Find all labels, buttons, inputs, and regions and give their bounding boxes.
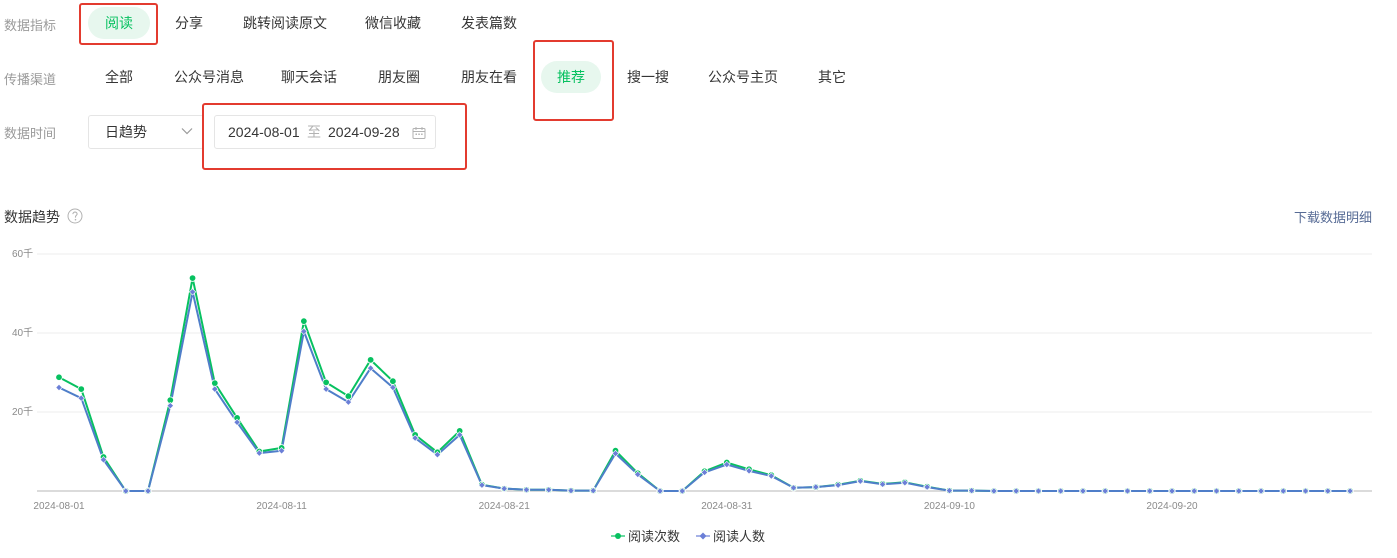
metric-option-jump-original[interactable]: 跳转阅读原文 (238, 7, 332, 39)
chart-legend-reads[interactable]: 阅读次数 (611, 526, 680, 545)
highlight-box-channel (533, 40, 614, 121)
channel-option-friends-watching[interactable]: 朋友在看 (456, 61, 522, 93)
data-point-reads (188, 274, 197, 282)
download-details-link[interactable]: 下载数据明细 (1294, 207, 1372, 226)
x-tick-label: 2024-08-01 (33, 501, 85, 512)
time-row-label: 数据时间 (4, 126, 57, 141)
channel-option-chat[interactable]: 聊天会话 (276, 61, 342, 93)
channel-row-label: 传播渠道 (4, 72, 57, 87)
y-tick-label: 60千 (12, 248, 33, 260)
legend-marker-reads (611, 532, 625, 539)
x-tick-label: 2024-08-21 (479, 501, 531, 512)
channel-option-moments[interactable]: 朋友圈 (368, 61, 430, 93)
data-point-users (55, 383, 63, 392)
data-point-reads (322, 378, 330, 387)
series-line-reads (58, 277, 1351, 492)
series-line-users (58, 290, 1351, 492)
channel-option-all[interactable]: 全部 (96, 61, 142, 93)
data-point-reads (366, 356, 375, 364)
granularity-value: 日趋势 (105, 124, 147, 140)
channel-option-official-home[interactable]: 公众号主页 (703, 61, 783, 93)
data-point-reads (55, 373, 63, 381)
x-tick-label: 2024-09-10 (924, 501, 976, 512)
channel-option-other[interactable]: 其它 (810, 61, 854, 93)
data-point-reads (300, 317, 308, 325)
metric-option-share[interactable]: 分享 (162, 7, 216, 39)
trend-section-title: 数据趋势 (4, 209, 60, 225)
data-point-reads (77, 385, 85, 393)
x-tick-label: 2024-09-20 (1146, 501, 1198, 512)
channel-option-search[interactable]: 搜一搜 (622, 61, 674, 93)
y-tick-label: 20千 (12, 406, 33, 418)
metric-option-publish-count[interactable]: 发表篇数 (452, 7, 526, 39)
highlight-box-metric (79, 3, 158, 45)
metric-option-wechat-favorite[interactable]: 微信收藏 (356, 7, 430, 39)
channel-option-official-message[interactable]: 公众号消息 (170, 61, 248, 93)
x-tick-label: 2024-08-31 (701, 501, 753, 512)
question-circle-icon[interactable] (67, 208, 83, 224)
chevron-down-icon (181, 128, 193, 135)
granularity-select[interactable]: 日趋势 (88, 115, 204, 149)
trend-line-chart: 20千 40千 60千 2024-08-01 2024-08-11 2024-08-21 2… (12, 248, 1372, 512)
data-point-reads (389, 377, 397, 385)
y-tick-label: 40千 (12, 327, 33, 339)
legend-marker-users (696, 532, 710, 539)
x-tick-label: 2024-08-11 (256, 501, 307, 512)
metric-row-label: 数据指标 (4, 18, 57, 33)
legend-label-users: 阅读人数 (713, 529, 766, 544)
highlight-box-date (202, 103, 467, 170)
legend-label-reads: 阅读次数 (628, 529, 681, 544)
chart-legend-users[interactable]: 阅读人数 (696, 526, 765, 545)
